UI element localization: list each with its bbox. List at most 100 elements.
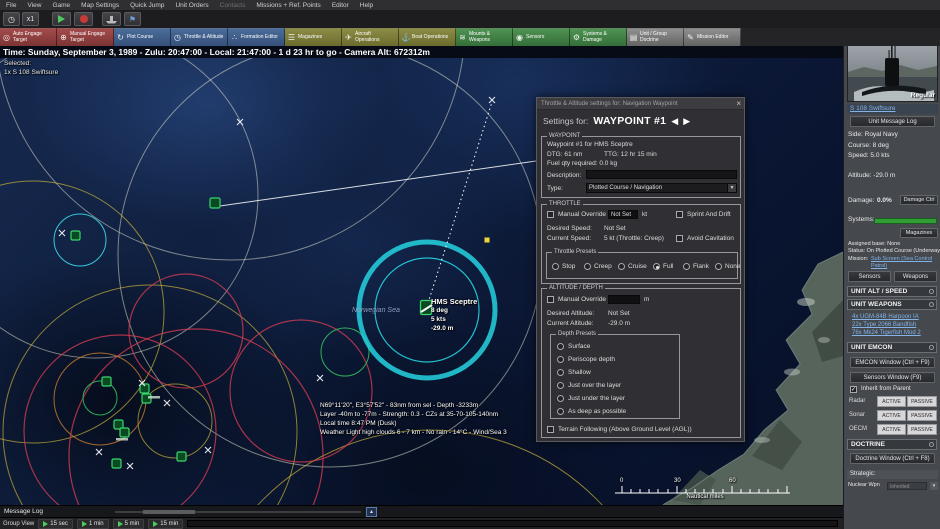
damage-ctrl-button[interactable]: Damage Ctrl [900,195,938,205]
weapon-link[interactable]: 4x UGM-84B Harpoon IA [852,314,919,320]
throttle-override-input[interactable]: Not Set [608,209,638,219]
sensors-button[interactable]: Sensors [848,271,891,282]
terrain-following-checkbox[interactable] [547,426,554,433]
weapon-link[interactable]: 76x Mk24 Tigerfish Mod 2 [852,330,921,336]
waypoint-ttg: TTG: 12 hr 15 min [604,151,657,158]
radar-active-button[interactable]: ACTIVE [877,396,906,407]
flag-button[interactable]: ⚑ [124,12,141,26]
toolbar-mounts-weapons[interactable]: ≋ Mounts & Weapons [456,28,513,46]
emcon-window-button[interactable]: EMCON Window (Ctrl + F9) [850,357,935,368]
toolbar-magazines[interactable]: ☰ Magazines [285,28,342,46]
magazines-button[interactable]: Magazines [900,228,938,238]
toolbar-throttle-altitude[interactable]: ◷ Throttle & Altitude [171,28,228,46]
throttle-manual-override-checkbox[interactable] [547,211,554,218]
run-scenario-button[interactable] [52,12,71,26]
unit-emcon-header[interactable]: UNIT EMCON [847,342,937,353]
oecm-passive-button[interactable]: PASSIVE [907,424,937,435]
toolbar-boat-operations[interactable]: ⚓ Boat Operations [399,28,456,46]
menu-missions-ref-points[interactable]: Missions + Ref. Points [256,2,320,9]
menu-unit-orders[interactable]: Unit Orders [175,2,208,9]
step-5min-button[interactable]: 5 min [112,518,145,529]
depth-periscope-radio[interactable] [557,356,564,363]
toolbar-sensors[interactable]: ◉ Sensors [513,28,570,46]
toolbar-mission-editor[interactable]: ✎ Mission Editor [684,28,741,46]
menu-view[interactable]: View [27,2,41,9]
sonar-passive-button[interactable]: PASSIVE [907,410,937,421]
toolbar-formation-editor[interactable]: ∴ Formation Editor [228,28,285,46]
unit-class-link[interactable]: S 108 Swiftsure [850,105,896,112]
toolbar-systems-damage[interactable]: ⚙ Systems & Damage [570,28,627,46]
toolbar-unit-group-doctrine[interactable]: ▤ Unit / Group Doctrine [627,28,684,46]
pin-icon[interactable] [929,442,934,447]
preset-flank-radio[interactable] [683,263,690,270]
pin-icon[interactable] [929,345,934,350]
menu-help[interactable]: Help [360,2,373,9]
depth-surface-radio[interactable] [557,343,564,350]
group-view-label[interactable]: Group View [3,521,34,527]
preset-full-radio[interactable] [653,263,660,270]
step-15sec-button[interactable]: 15 sec [38,518,73,529]
toolbar-auto-engage-target[interactable]: ◎ Auto Engage Target [0,28,57,46]
doctrine-window-button[interactable]: Doctrine Window (Ctrl + F8) [850,453,935,464]
waypoint-type-select[interactable]: Plotted Course / Navigation ▼ [586,183,737,193]
pin-icon[interactable] [929,289,934,294]
step-15min-button[interactable]: 15 min [148,518,184,529]
doctrine-header[interactable]: DOCTRINE [847,439,937,450]
sonar-active-button[interactable]: ACTIVE [877,410,906,421]
nuclear-weapon-value[interactable]: Inherited [887,481,927,490]
menu-quick-jump[interactable]: Quick Jump [130,2,164,9]
waypoint-marker[interactable] [484,237,490,243]
unit-message-log-label: Unit Message Log [868,119,917,125]
tactical-map[interactable]: Selected: 1x S 108 Swiftsure Norwegian S… [0,46,940,517]
unit-alt-speed-header[interactable]: UNIT ALT / SPEED [847,286,937,297]
avoid-cavitation-checkbox[interactable] [676,235,683,242]
next-waypoint-icon[interactable]: ▶ [683,116,690,127]
message-log-label[interactable]: Message Log [0,508,43,515]
time-step-bar: Group View 15 sec 1 min 5 min 15 min [0,517,843,529]
prev-waypoint-icon[interactable]: ◀ [671,116,678,127]
depth-deep-radio[interactable] [557,408,564,415]
chevron-down-icon[interactable]: ▼ [930,481,938,490]
toolbar-manual-engage-target[interactable]: ⊕ Manual Engage Target [57,28,114,46]
menu-editor[interactable]: Editor [332,2,349,9]
step-1min-button[interactable]: 1 min [76,518,109,529]
close-icon[interactable]: × [736,98,741,110]
bridge-view-button[interactable] [102,12,121,26]
chevron-down-icon[interactable]: ▼ [727,184,736,192]
toolbar-plot-course[interactable]: ↻ Plot Course [114,28,171,46]
dialog-title-bar[interactable]: Throttle & Altitude settings for: Naviga… [537,98,744,110]
unit-weapons-header[interactable]: UNIT WEAPONS [847,299,937,310]
scroll-up-button[interactable]: ▲ [366,507,377,517]
time-compression-button[interactable]: x1 [22,12,39,26]
preset-none-radio[interactable] [715,263,722,270]
sensors-window-button[interactable]: Sensors Window (F9) [850,372,935,383]
pin-icon[interactable] [929,302,934,307]
game-clock-button[interactable]: ◷ [3,12,20,26]
record-button[interactable] [74,12,93,26]
oecm-active-button[interactable]: ACTIVE [877,424,906,435]
radar-passive-button[interactable]: PASSIVE [907,396,937,407]
preset-creep-radio[interactable] [584,263,591,270]
preset-cruise-radio[interactable] [618,263,625,270]
depth-under-layer-radio[interactable] [557,395,564,402]
weapon-link[interactable]: 22x Type 2066 Bandfish [852,322,916,328]
mission-link[interactable]: Sub Screen (Sea Control Patrol) [871,256,938,270]
altitude-override-input[interactable] [608,294,640,304]
sprint-drift-checkbox[interactable] [676,211,683,218]
menu-file[interactable]: File [6,2,16,9]
menu-map-settings[interactable]: Map Settings [81,2,119,9]
description-input[interactable] [586,170,737,179]
menu-game[interactable]: Game [52,2,70,9]
altitude-manual-override-checkbox[interactable] [547,296,554,303]
weapons-button[interactable]: Weapons [894,271,937,282]
range-rings-green [53,213,370,416]
depth-shallow-radio[interactable] [557,369,564,376]
unit-message-log-button[interactable]: Unit Message Log [850,116,935,127]
depth-over-layer-radio[interactable] [557,382,564,389]
toolbar-aircraft-operations[interactable]: ✈ Aircraft Operations [342,28,399,46]
throttle-manual-override-label: Manual Override [558,211,607,218]
friendly-unit-icons[interactable] [70,197,221,469]
inherit-parent-checkbox[interactable]: ✓ [850,386,857,393]
preset-stop-radio[interactable] [552,263,559,270]
scrollbar-thumb[interactable] [143,510,195,514]
